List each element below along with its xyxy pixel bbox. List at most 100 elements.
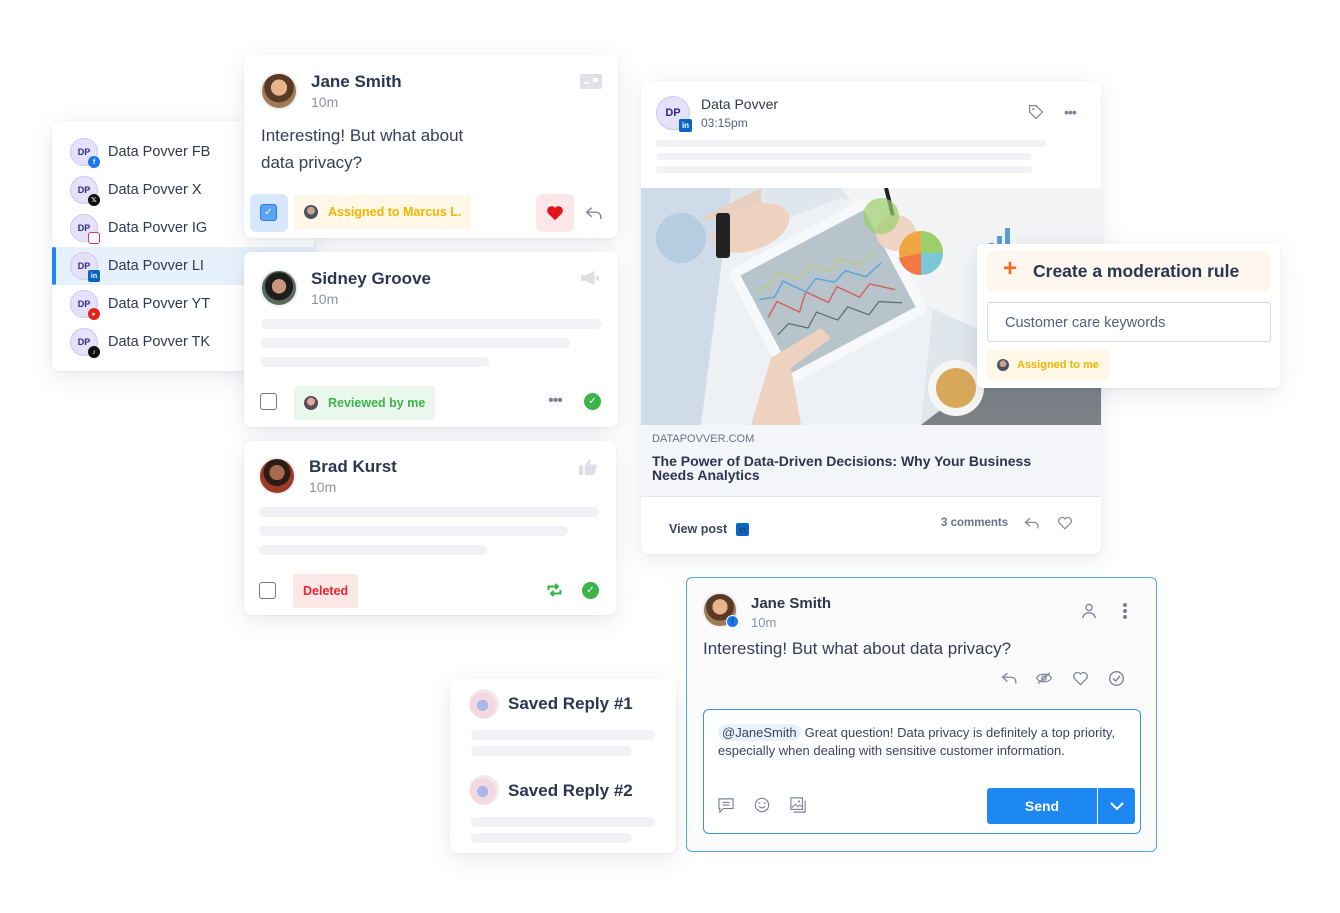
heart-icon [547,206,563,221]
post-time: 10m [309,479,337,495]
avatar [260,72,298,110]
rule-title: Create a moderation rule [1033,261,1240,281]
assignee-avatar [304,205,318,219]
select-checkbox[interactable] [259,582,276,599]
linkedin-icon: in [88,270,100,282]
skeleton-line [471,730,655,740]
heart-icon [1058,516,1072,530]
more-icon[interactable]: ••• [1060,103,1080,121]
reply-button[interactable] [584,203,604,223]
author-name: Sidney Groove [311,269,431,288]
post-card[interactable]: Jane Smith 10m Interesting! But what abo… [244,55,618,238]
sidebar-item-label: Data Povver LI [108,258,204,274]
link-preview[interactable]: DATAPOVVER.COM The Power of Data-Driven … [641,425,1101,497]
create-rule-button[interactable]: + Create a moderation rule [987,251,1271,291]
account-logo: DP in [656,96,692,132]
reply-button[interactable] [1023,514,1041,532]
comments-count[interactable]: 3 comments [941,517,1008,529]
skeleton-line [261,319,601,329]
sidebar-item-label: Data Povver IG [108,220,208,236]
account-logo: DP f [70,138,100,168]
status-badge: Deleted [293,574,359,608]
hide-button[interactable] [1034,669,1054,687]
post-time: 10m [311,291,339,307]
tag-button[interactable] [1027,103,1045,121]
check-circle-outline-icon [1108,670,1124,686]
linkedin-icon: in [679,119,692,132]
image-button[interactable] [789,796,807,814]
keywords-input[interactable]: Customer care keywords [987,302,1271,342]
like-button[interactable] [1056,514,1074,532]
skeleton-line [471,833,632,843]
mark-done-button[interactable] [1106,669,1126,687]
status-badge: Assigned to Marcus L. [294,195,472,229]
assign-button[interactable] [1080,602,1098,620]
skeleton-line [259,545,487,555]
account-logo: DP in [70,252,100,282]
sidebar-item-label: Data Povver FB [108,144,211,160]
reply-card: f Jane Smith 10m Interesting! But what a… [686,577,1157,852]
tag-icon [1029,105,1043,119]
smile-icon [754,797,770,813]
account-logo: DP ♪ [70,328,100,358]
message-card-icon [580,74,602,89]
link-domain: DATAPOVVER.COM [652,433,755,445]
skeleton-line [259,507,599,517]
send-options-button[interactable] [1098,788,1135,824]
check-circle-icon[interactable]: ✓ [582,582,599,599]
heart-icon [1072,671,1088,686]
repost-icon[interactable] [544,581,564,599]
sidebar-item-label: Data Povver YT [108,296,211,312]
moderation-rule-card: + Create a moderation rule Customer care… [977,244,1280,388]
tiktok-icon: ♪ [88,346,100,358]
view-post-link[interactable]: View post [669,522,727,536]
emoji-button[interactable] [753,796,771,814]
more-vertical-icon[interactable] [1117,602,1133,620]
skeleton-line [261,357,489,367]
author-name: Jane Smith [311,72,402,91]
post-time: 10m [311,94,339,110]
reply-icon [1001,672,1016,684]
account-logo: DP [70,214,100,244]
thumbs-up-icon [578,457,598,477]
reply-composer[interactable]: @JaneSmith Great question! Data privacy i… [703,709,1141,834]
plus-icon: + [1003,255,1018,282]
like-button[interactable] [536,194,574,232]
avatar [260,269,298,307]
account-logo: DP 𝕏 [70,176,100,206]
message-list-icon [718,797,734,813]
post-author: Data Povver [701,96,779,112]
comment-text: Interesting! But what about data privacy… [703,639,1012,658]
reply-button[interactable] [999,669,1019,687]
skeleton-line [656,153,1032,160]
saved-replies-button[interactable] [717,796,735,814]
linkedin-icon: in [736,523,749,536]
post-card[interactable]: Brad Kurst 10m Deleted ✓ [244,441,616,615]
mention-chip[interactable]: @JaneSmith [718,724,801,741]
send-button[interactable]: Send [987,788,1097,824]
saved-reply-icon [469,689,499,719]
skeleton-line [471,817,655,827]
select-checkbox[interactable]: ✓ [260,204,277,221]
eye-off-icon [1035,672,1053,684]
saved-replies-panel: Saved Reply #1 Saved Reply #2 [450,679,676,853]
author-name: Jane Smith [751,595,832,612]
megaphone-icon [578,268,602,288]
post-card[interactable]: Sidney Groove 10m Reviewed by me ••• ✓ [244,252,618,427]
select-checkbox[interactable] [260,393,277,410]
instagram-icon [88,232,100,244]
check-circle-icon[interactable]: ✓ [584,393,601,410]
reviewer-avatar [304,396,318,410]
facebook-icon: f [726,615,739,628]
post-text: Interesting! But what about data privacy… [261,126,464,172]
sidebar-item-label: Data Povver TK [108,334,211,350]
reply-icon [585,207,602,219]
skeleton-line [656,166,1032,173]
like-button[interactable] [1070,669,1090,687]
user-icon [1082,603,1096,619]
reply-textarea[interactable]: @JaneSmith Great question! Data privacy i… [718,724,1118,760]
chevron-down-icon [1109,801,1124,810]
saved-reply-title: Saved Reply #1 [508,694,633,713]
account-logo: DP ▸ [70,290,100,320]
more-icon[interactable]: ••• [544,392,566,410]
